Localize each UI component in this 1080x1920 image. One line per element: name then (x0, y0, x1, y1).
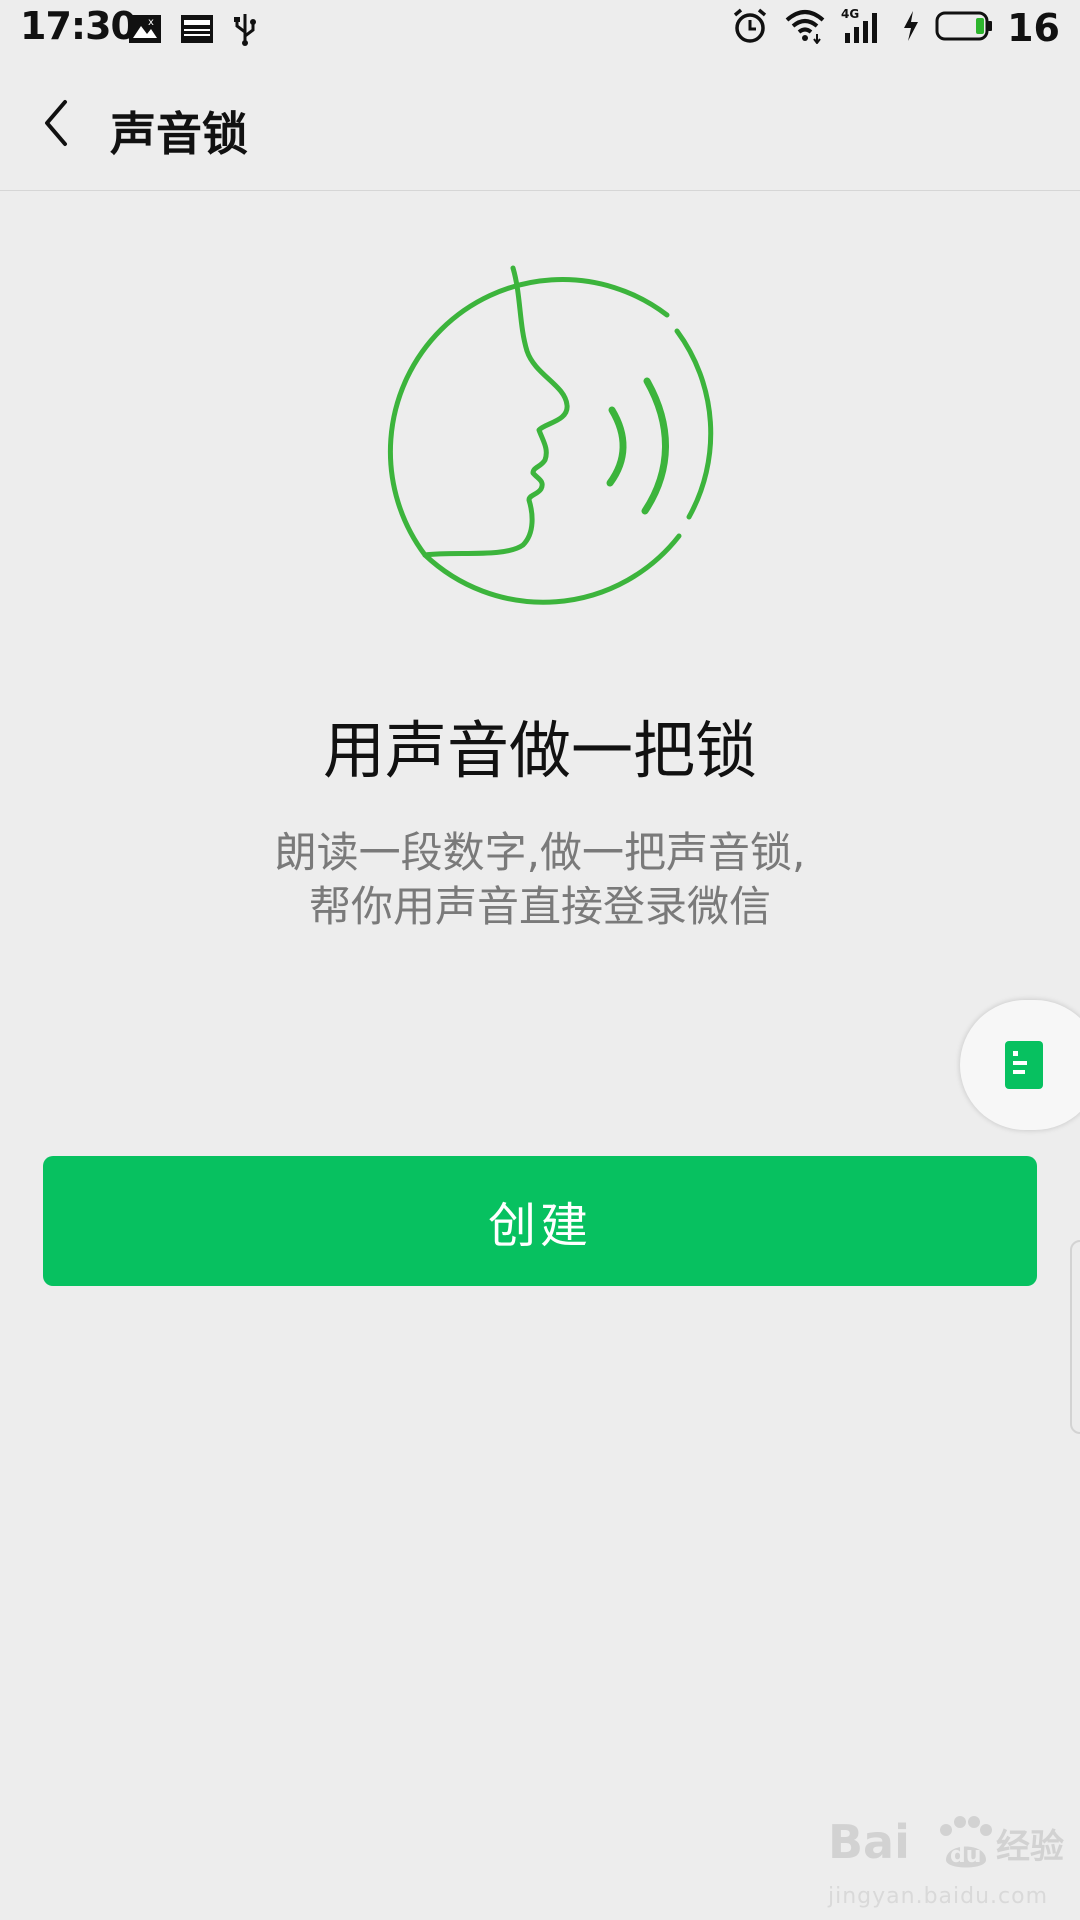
floating-note-button[interactable] (960, 1000, 1080, 1130)
description-line-1: 朗读一段数字,做一把声音锁, (274, 828, 806, 877)
app-bar: 声音锁 (0, 60, 1080, 191)
svg-text:Bai: Bai (828, 1815, 910, 1869)
svg-text:x: x (148, 17, 154, 28)
create-button[interactable]: 创建 (43, 1156, 1037, 1286)
alarm-icon (731, 7, 769, 49)
usb-icon (232, 12, 258, 50)
svg-text:du: du (950, 1843, 981, 1868)
voice-lock-illustration (355, 255, 725, 625)
battery-level: 16 (1007, 6, 1060, 50)
signal-icon: 4G (841, 7, 887, 49)
description-line-2: 帮你用声音直接登录微信 (308, 882, 771, 931)
note-icon (1005, 1041, 1043, 1093)
headline: 用声音做一把锁 (322, 714, 757, 787)
image-icon: x (128, 14, 162, 48)
page-title: 声音锁 (110, 107, 248, 161)
charging-icon (901, 9, 921, 47)
back-arrow-icon (41, 98, 71, 152)
description: 朗读一段数字,做一把声音锁, 帮你用声音直接登录微信 (0, 826, 1080, 934)
edge-drag-handle[interactable] (1070, 1240, 1080, 1434)
back-button[interactable] (28, 95, 84, 155)
wifi-icon (783, 8, 827, 48)
battery-icon (935, 10, 993, 46)
news-icon (180, 14, 214, 48)
system-icons: 4G 16 (731, 6, 1060, 50)
speaking-face-icon (387, 265, 714, 605)
status-time: 17:30 (20, 4, 137, 48)
svg-text:经验: 经验 (996, 1827, 1064, 1867)
network-label: 4G (841, 7, 859, 21)
baidu-watermark-logo: Bai du 经验 jingyan.baidu.com (828, 1800, 1068, 1909)
watermark-url: jingyan.baidu.com (828, 1884, 1049, 1909)
status-bar: 17:30 x 4G 16 (0, 0, 1080, 60)
notification-icons: x (128, 12, 258, 50)
